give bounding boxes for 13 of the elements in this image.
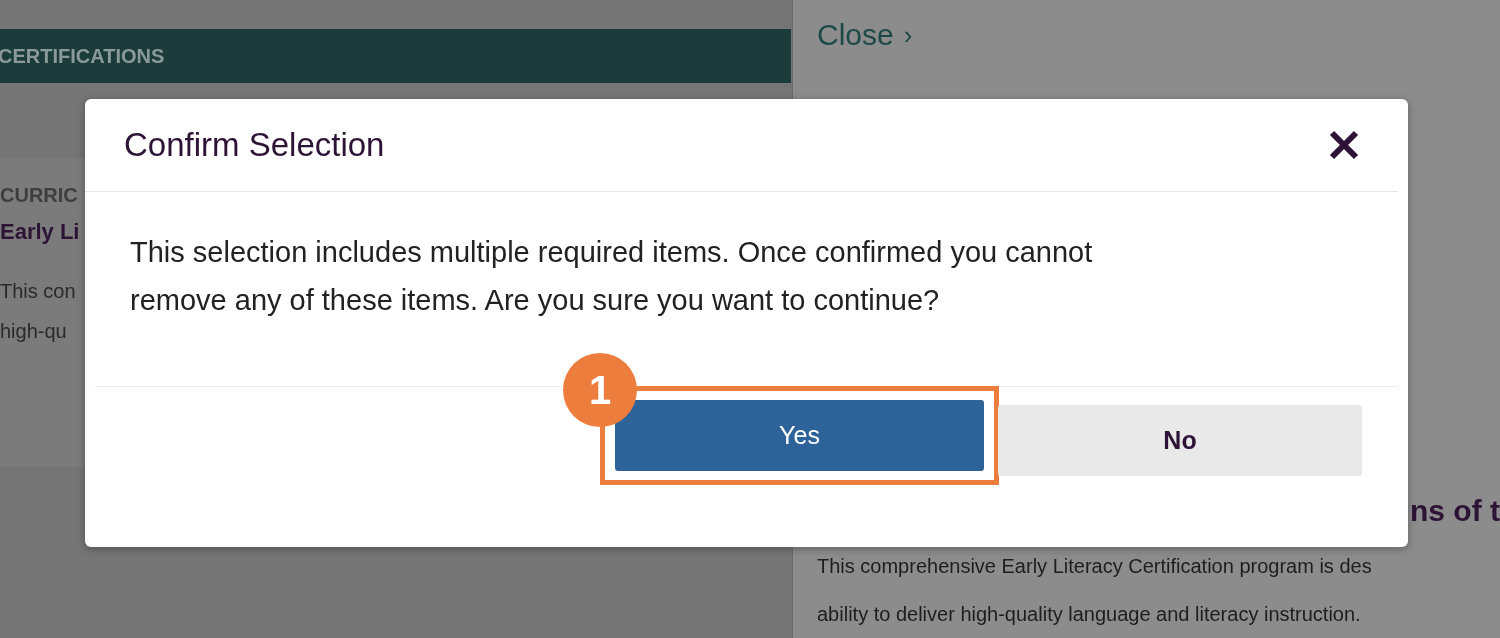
description-text: ability to deliver high-quality language and literacy instruction. xyxy=(817,602,1362,627)
card-label: CURRIC xyxy=(0,184,79,207)
step-badge: 1 xyxy=(563,353,637,427)
yes-button[interactable]: Yes xyxy=(615,400,984,471)
card-description: high-qu xyxy=(0,319,67,344)
close-icon[interactable] xyxy=(1328,129,1360,161)
no-button[interactable]: No xyxy=(998,405,1362,476)
description-text: This comprehensive Early Literacy Certification program is des xyxy=(817,554,1373,579)
card-title: Early Li xyxy=(0,219,81,245)
dialog-message: This selection includes multiple required items. Once confirmed you cannot remove any of these items. Are you sure you want to continue? xyxy=(129,235,1094,318)
dialog-title: Confirm Selection xyxy=(124,126,385,164)
section-heading: ns of t xyxy=(1410,494,1500,528)
card-description: This con xyxy=(0,279,76,304)
